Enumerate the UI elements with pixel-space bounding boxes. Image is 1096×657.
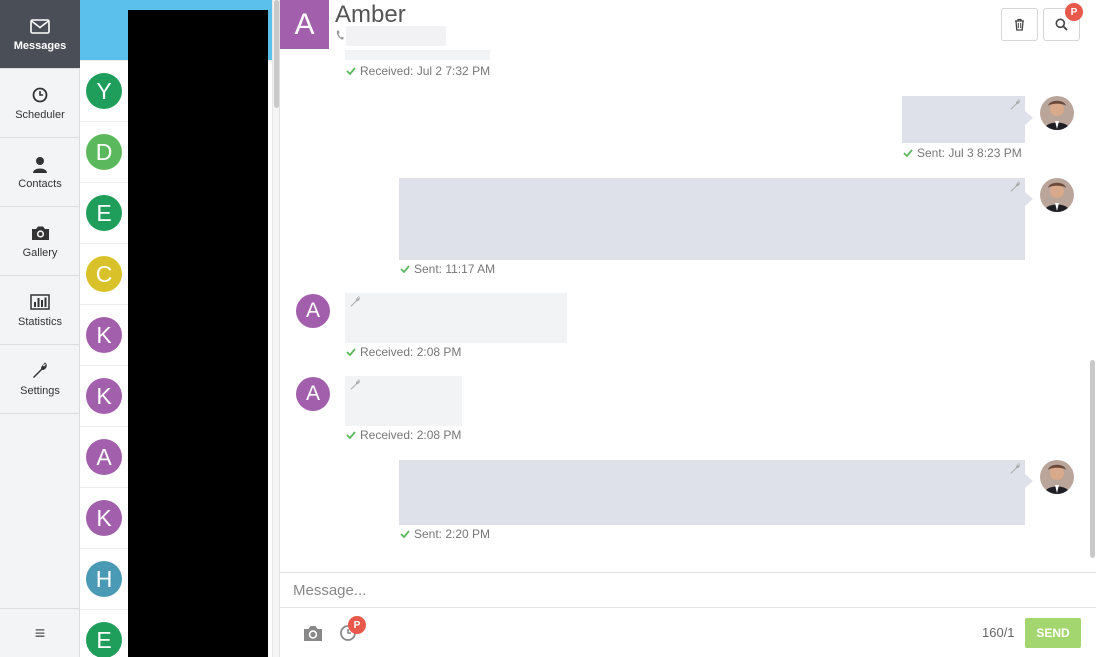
send-button[interactable]: SEND: [1025, 618, 1081, 648]
message-composer: P 160/1 SEND: [280, 572, 1096, 657]
premium-badge: P: [1065, 3, 1083, 21]
nav-item-gallery[interactable]: Gallery: [0, 207, 80, 276]
user-avatar: [1040, 96, 1074, 130]
check-icon: [346, 348, 356, 356]
contact-list-scrollbar[interactable]: [272, 0, 279, 657]
contact-avatar: A: [296, 377, 330, 411]
nav-label-statistics: Statistics: [17, 316, 62, 328]
user-avatar: [1040, 460, 1074, 494]
contact-item[interactable]: E: [80, 183, 128, 244]
bar-chart-icon: [29, 292, 51, 312]
sent-message-bubble[interactable]: [399, 178, 1025, 260]
contact-avatar: C: [86, 256, 122, 292]
chat-header: A Amber P: [280, 0, 1096, 50]
phone-icon: [336, 30, 344, 40]
wrench-icon: [1010, 181, 1020, 192]
wrench-icon: [350, 296, 360, 307]
character-counter: 160/1: [982, 625, 1015, 640]
nav-item-settings[interactable]: Settings: [0, 345, 80, 414]
clock-icon: [29, 85, 51, 105]
contact-avatar: A: [86, 439, 122, 475]
wrench-icon: [1010, 99, 1020, 110]
conversation-avatar: A: [280, 0, 329, 49]
check-icon: [400, 265, 410, 273]
nav-item-contacts[interactable]: Contacts: [0, 138, 80, 207]
trash-icon: [1015, 18, 1024, 31]
contact-item[interactable]: E: [80, 610, 128, 657]
premium-badge: P: [348, 616, 366, 634]
sent-message-bubble[interactable]: [399, 460, 1025, 525]
message-thread: Received: Jul 2 7:32 PM Sent: Jul 3 8:23…: [280, 50, 1096, 572]
message-status-text: Sent: 2:20 PM: [414, 527, 491, 541]
hamburger-menu-icon[interactable]: ≡: [0, 608, 80, 657]
search-icon: [1055, 18, 1068, 31]
contact-item[interactable]: C: [80, 244, 128, 305]
wrench-icon: [29, 361, 51, 381]
message-status-text: Sent: Jul 3 8:23 PM: [917, 146, 1022, 160]
contact-avatar: K: [86, 317, 122, 353]
contact-item[interactable]: D: [80, 122, 128, 183]
attach-photo-camera-icon[interactable]: [303, 624, 323, 642]
contact-avatar: E: [86, 622, 122, 657]
contact-avatar: Y: [86, 73, 122, 109]
message-status: Sent: 2:20 PM: [400, 527, 490, 541]
contact-avatar: K: [86, 500, 122, 536]
nav-label-settings: Settings: [20, 385, 60, 397]
bubble-tail: [1025, 474, 1033, 488]
nav-label-contacts: Contacts: [18, 178, 62, 190]
contact-item[interactable]: K: [80, 305, 128, 366]
contact-item[interactable]: K: [80, 366, 128, 427]
message-status: Received: 2:08 PM: [346, 428, 461, 442]
camera-icon: [29, 223, 51, 243]
conversation-name: Amber: [335, 1, 406, 28]
contact-item[interactable]: A: [80, 427, 128, 488]
delete-conversation-button[interactable]: [1001, 8, 1038, 41]
check-icon: [346, 431, 356, 439]
bubble-tail: [1025, 111, 1033, 125]
message-status: Received: Jul 2 7:32 PM: [346, 64, 490, 78]
contact-item[interactable]: K: [80, 488, 128, 549]
nav-item-messages[interactable]: Messages: [0, 0, 80, 69]
check-icon: [903, 149, 913, 157]
wrench-icon: [1010, 463, 1020, 474]
check-icon: [346, 67, 356, 75]
contact-avatar: D: [86, 134, 122, 170]
message-thread-scrollbar[interactable]: [1088, 50, 1096, 572]
contact-item[interactable]: Y: [80, 61, 128, 122]
nav-label-messages: Messages: [13, 40, 67, 52]
nav-item-statistics[interactable]: Statistics: [0, 276, 80, 345]
received-message-bubble[interactable]: [345, 293, 567, 343]
redacted-contact-names: [128, 10, 268, 657]
nav-label-gallery: Gallery: [22, 247, 58, 259]
received-message-bubble[interactable]: [345, 376, 462, 426]
user-avatar: [1040, 178, 1074, 212]
message-status: Received: 2:08 PM: [346, 345, 461, 359]
received-message-bubble[interactable]: [345, 50, 490, 60]
message-status-text: Sent: 11:17 AM: [414, 262, 496, 276]
redacted-phone-number: [346, 26, 446, 46]
nav-label-scheduler: Scheduler: [15, 109, 65, 121]
contact-avatar: H: [86, 561, 122, 597]
message-status: Sent: 11:17 AM: [400, 262, 495, 276]
message-status-text: Received: 2:08 PM: [360, 428, 462, 442]
message-status: Sent: Jul 3 8:23 PM: [903, 146, 1022, 160]
scrollbar-thumb[interactable]: [274, 0, 279, 108]
contact-avatar: E: [86, 195, 122, 231]
scrollbar-thumb[interactable]: [1090, 360, 1095, 558]
wrench-icon: [350, 379, 360, 390]
sent-message-bubble[interactable]: [902, 96, 1025, 143]
contact-avatar: A: [296, 294, 330, 328]
main-nav: Messages Scheduler Contacts Gallery Stat…: [0, 0, 80, 657]
contact-item[interactable]: H: [80, 549, 128, 610]
message-status-text: Received: Jul 2 7:32 PM: [360, 64, 491, 78]
message-input[interactable]: [280, 574, 1096, 608]
contact-avatar: K: [86, 378, 122, 414]
nav-item-scheduler[interactable]: Scheduler: [0, 69, 80, 138]
contact-list: A Y D E C K K A K H E: [80, 0, 280, 657]
person-icon: [29, 154, 51, 174]
envelope-icon: [29, 16, 51, 36]
message-status-text: Received: 2:08 PM: [360, 345, 462, 359]
bubble-tail: [1025, 192, 1033, 206]
check-icon: [400, 530, 410, 538]
